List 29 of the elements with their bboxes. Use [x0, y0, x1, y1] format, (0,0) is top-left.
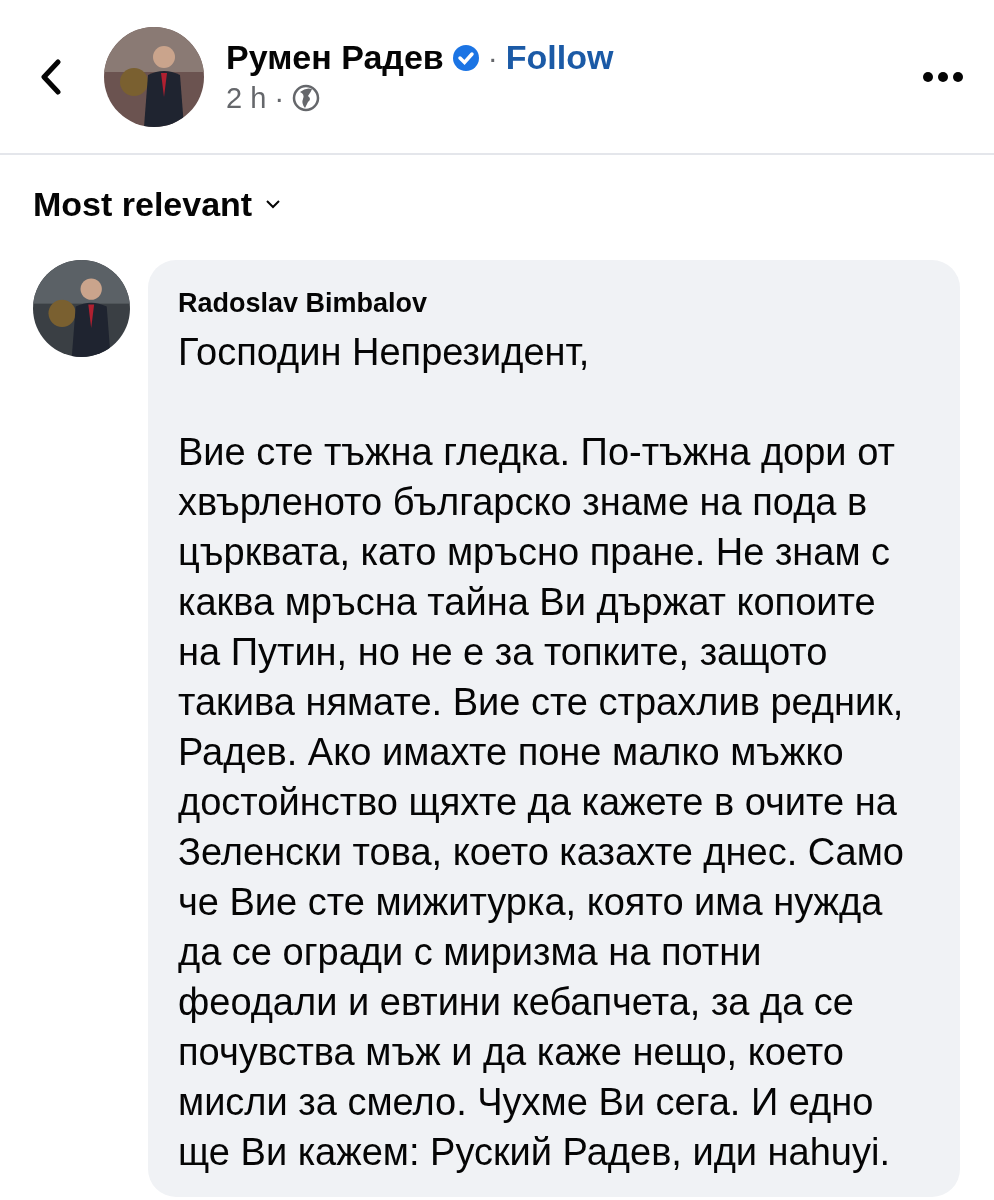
comment-text-line: Радев. Ако имахте поне малко мъжко [178, 730, 845, 775]
comment-text-line: че Вие сте мижитурка, която има нужда [178, 880, 884, 925]
comment-author[interactable]: Radoslav Bimbalov [178, 288, 930, 319]
comment-text-line: Зеленски това, което казахте днес. Само [178, 830, 905, 875]
comment-text-line: феодали и евтини кебапчета, за да се [178, 980, 855, 1025]
comment-text-line: Вие сте тъжна гледка. По-тъжна дори от [178, 430, 896, 475]
separator: · [487, 40, 498, 75]
comment-text-line: такива нямате. Вие сте страхлив редник, [178, 680, 905, 725]
separator: · [274, 81, 285, 115]
comment-text-line: мисли за смело. Чухме Ви сега. И едно [178, 1080, 875, 1125]
post-time: 2 h [226, 81, 267, 115]
comment-text-line: каква мръсна тайна Ви държат копоите [178, 580, 877, 625]
back-icon [40, 58, 62, 95]
comment-text-line: на Путин, но не е за топките, защото [178, 630, 829, 675]
comment-text-line: достойнство щяхте да кажете в очите на [178, 780, 898, 825]
comment-text-line: да се огради с миризма на потни [178, 930, 763, 975]
comment-text-line: Господин Непрезидент, [178, 330, 591, 375]
comment-text-line: църквата, като мръсно пране. Не знам с [178, 530, 892, 575]
more-options-button[interactable] [922, 70, 964, 83]
comment-text-line: хвърленото българско знаме на пода в [178, 480, 869, 525]
author-name[interactable]: Румен Радев [226, 38, 444, 77]
comment-text-line: ще Ви кажем: Руский Радев, иди наhuyi. [178, 1130, 891, 1175]
chevron-down-icon [266, 200, 281, 209]
globe-icon [292, 84, 321, 112]
sort-dropdown[interactable]: Most relevant [33, 185, 281, 224]
follow-link[interactable]: Follow [505, 38, 614, 77]
comment-text-line: почувства мъж и да каже нещо, което [178, 1030, 845, 1075]
back-button[interactable] [40, 58, 62, 95]
more-icon [922, 70, 964, 83]
